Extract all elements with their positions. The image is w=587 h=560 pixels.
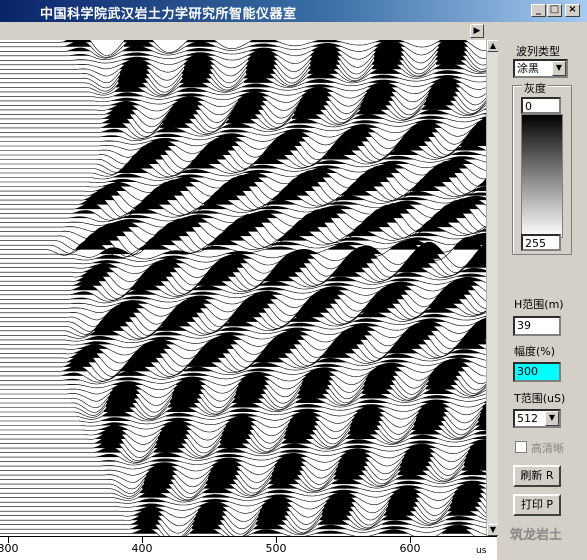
gray-max-field[interactable]: 255: [521, 234, 561, 251]
grayscale-bar: [521, 114, 563, 238]
watermark: 筑龙岩土: [510, 528, 563, 543]
axis-label-300: 300: [0, 542, 19, 555]
chevron-down-icon[interactable]: ▼: [552, 61, 566, 76]
trace-line: [0, 273, 487, 300]
axis-label-600: 600: [399, 542, 421, 555]
window-title: 中国科学院武汉岩土力学研究所智能仪器室: [40, 7, 297, 22]
amplitude-label: 幅度(%): [514, 345, 556, 358]
trace-fill: [140, 483, 486, 494]
trace-line: [0, 59, 487, 88]
trace-line: [0, 192, 487, 218]
gray-min-field[interactable]: 0: [521, 97, 561, 114]
wave-type-select[interactable]: 涂黑 ▼: [513, 59, 568, 78]
print-button[interactable]: 打印 P: [513, 494, 561, 516]
close-button[interactable]: ×: [565, 4, 580, 17]
wiggle-trace-display: [0, 40, 487, 536]
h-range-label: H范围(m): [514, 298, 564, 311]
minimize-button[interactable]: _: [531, 4, 546, 17]
maximize-button[interactable]: □: [547, 4, 562, 17]
trace-fill: [132, 501, 478, 516]
hd-label: 高清晰: [531, 442, 564, 455]
t-range-label: T范围(uS): [514, 392, 566, 405]
axis-label-500: 500: [265, 542, 287, 555]
scroll-right-arrow-icon[interactable]: ▶: [470, 24, 484, 38]
h-range-field[interactable]: 39: [513, 316, 561, 336]
axis-label-400: 400: [131, 542, 153, 555]
trace-fill: [130, 511, 476, 525]
t-range-value: 512: [517, 412, 538, 425]
trace-fill: [128, 150, 474, 164]
horizontal-scrollbar[interactable]: [0, 22, 587, 40]
wave-type-value: 涂黑: [517, 62, 539, 75]
amplitude-field[interactable]: 300: [513, 362, 561, 382]
time-axis: 300 400 500 600 us: [0, 536, 497, 560]
axis-unit: us: [476, 546, 487, 556]
trace-line: [0, 525, 475, 536]
chevron-down-icon[interactable]: ▼: [545, 411, 559, 426]
wave-type-label: 波列类型: [516, 45, 560, 58]
gray-label: 灰度: [522, 80, 548, 96]
title-bar: 中国科学院武汉岩土力学研究所智能仪器室 _ □ ×: [0, 0, 587, 22]
hd-checkbox[interactable]: [515, 441, 527, 453]
t-range-select[interactable]: 512 ▼: [513, 409, 561, 428]
trace-line: [0, 40, 486, 56]
refresh-button[interactable]: 刷新 R: [513, 465, 561, 487]
trace-fill: [134, 497, 480, 512]
waveform-plot: [0, 40, 498, 536]
